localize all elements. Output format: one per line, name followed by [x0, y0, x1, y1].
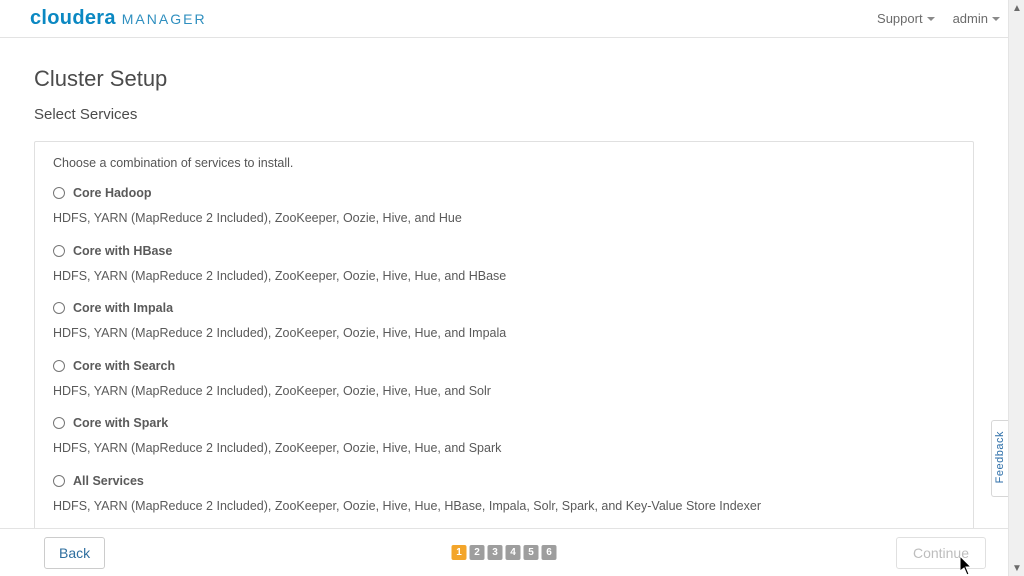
radio-core-hadoop[interactable] [53, 187, 65, 199]
pager-step-6[interactable]: 6 [542, 545, 557, 560]
back-button[interactable]: Back [44, 537, 105, 569]
window-scrollbar[interactable]: ▲ ▼ [1008, 0, 1024, 576]
service-option-core-spark[interactable]: Core with Spark [53, 416, 955, 430]
brand-secondary-text: MANAGER [122, 11, 207, 27]
radio-all-services[interactable] [53, 475, 65, 487]
option-desc: HDFS, YARN (MapReduce 2 Included), ZooKe… [53, 383, 955, 401]
pager-step-1[interactable]: 1 [452, 545, 467, 560]
app-header: cloudera MANAGER Support admin [0, 0, 1024, 38]
services-panel: Choose a combination of services to inst… [34, 141, 974, 528]
header-nav: Support admin [877, 11, 1000, 26]
option-label: Core Hadoop [73, 186, 151, 200]
panel-instruction: Choose a combination of services to inst… [53, 156, 955, 170]
service-option-all-services[interactable]: All Services [53, 474, 955, 488]
page-title: Cluster Setup [34, 66, 974, 92]
option-desc: HDFS, YARN (MapReduce 2 Included), ZooKe… [53, 440, 955, 458]
option-label: Core with Impala [73, 301, 173, 315]
scroll-down-icon[interactable]: ▼ [1009, 560, 1024, 576]
service-option-core-hbase[interactable]: Core with HBase [53, 244, 955, 258]
service-option-core-hadoop[interactable]: Core Hadoop [53, 186, 955, 200]
option-label: Core with Spark [73, 416, 168, 430]
scroll-up-icon[interactable]: ▲ [1009, 0, 1024, 16]
radio-core-hbase[interactable] [53, 245, 65, 257]
continue-button[interactable]: Continue [896, 537, 986, 569]
service-option-core-impala[interactable]: Core with Impala [53, 301, 955, 315]
brand-logo[interactable]: cloudera MANAGER [30, 7, 207, 30]
support-label: Support [877, 11, 923, 26]
pager-step-5[interactable]: 5 [524, 545, 539, 560]
admin-label: admin [953, 11, 988, 26]
feedback-tab[interactable]: Feedback [991, 420, 1008, 497]
feedback-label: Feedback [994, 431, 1006, 483]
option-desc: HDFS, YARN (MapReduce 2 Included), ZooKe… [53, 325, 955, 343]
option-label: Core with HBase [73, 244, 172, 258]
wizard-pager: 1 2 3 4 5 6 [452, 545, 557, 560]
service-option-core-search[interactable]: Core with Search [53, 359, 955, 373]
pager-step-4[interactable]: 4 [506, 545, 521, 560]
page-subtitle: Select Services [34, 106, 974, 123]
option-label: Core with Search [73, 359, 175, 373]
admin-menu[interactable]: admin [953, 11, 1000, 26]
page-body: Cluster Setup Select Services Choose a c… [0, 38, 1008, 528]
radio-core-impala[interactable] [53, 302, 65, 314]
option-label: All Services [73, 474, 144, 488]
support-menu[interactable]: Support [877, 11, 935, 26]
option-desc: HDFS, YARN (MapReduce 2 Included), ZooKe… [53, 210, 955, 228]
wizard-footer: Back 1 2 3 4 5 6 Continue [0, 528, 1008, 576]
option-desc: HDFS, YARN (MapReduce 2 Included), ZooKe… [53, 498, 955, 516]
caret-down-icon [992, 17, 1000, 21]
pager-step-2[interactable]: 2 [470, 545, 485, 560]
radio-core-spark[interactable] [53, 417, 65, 429]
brand-primary-text: cloudera [30, 7, 116, 30]
pager-step-3[interactable]: 3 [488, 545, 503, 560]
option-desc: HDFS, YARN (MapReduce 2 Included), ZooKe… [53, 268, 955, 286]
caret-down-icon [927, 17, 935, 21]
radio-core-search[interactable] [53, 360, 65, 372]
